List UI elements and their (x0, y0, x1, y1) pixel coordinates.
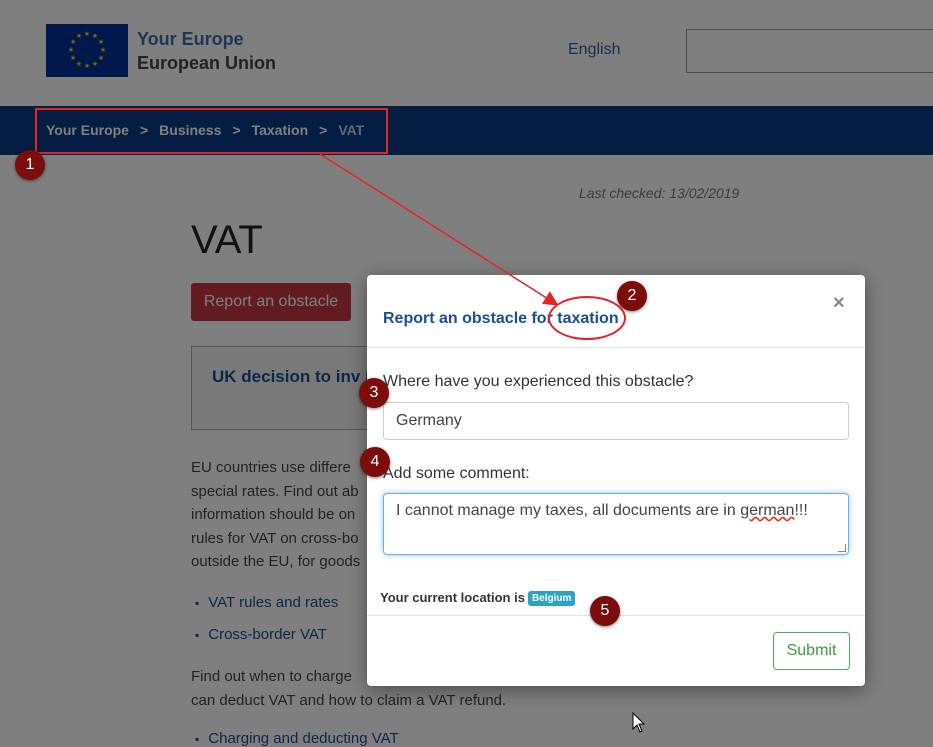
mouse-cursor-icon (632, 712, 646, 733)
annotation-marker-4: 4 (360, 447, 390, 477)
taxation-highlight (548, 296, 626, 340)
annotation-marker-2: 2 (617, 281, 647, 311)
annotation-marker-5: 5 (590, 596, 620, 626)
annotation-marker-3: 3 (359, 378, 389, 408)
annotation-arrow (319, 153, 559, 306)
annotation-marker-1: 1 (15, 150, 45, 180)
